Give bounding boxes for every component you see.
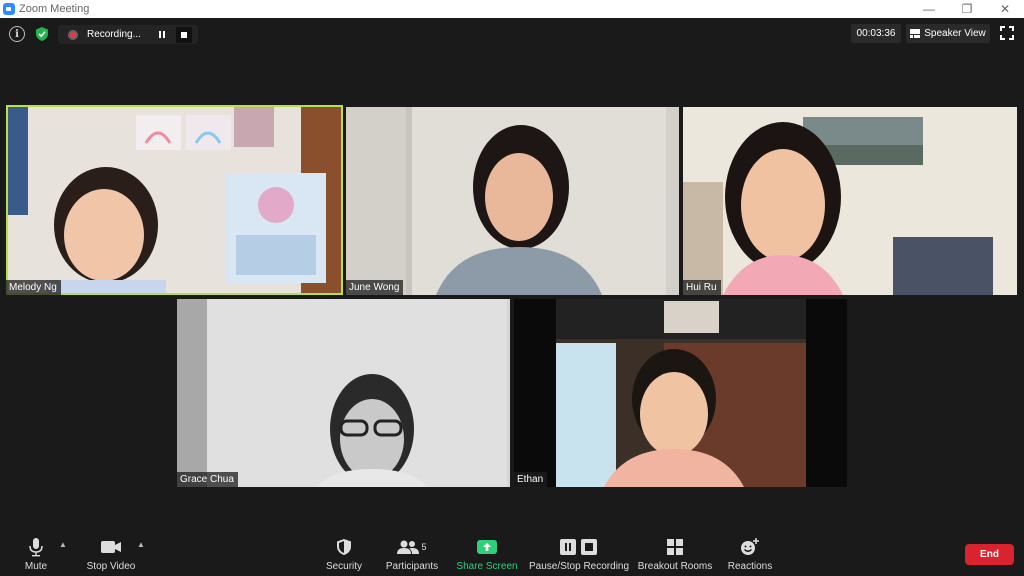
reactions-smiley-icon [740, 536, 760, 558]
video-options-chevron-up-icon[interactable]: ▲ [137, 540, 145, 549]
audio-options-chevron-up-icon[interactable]: ▲ [59, 540, 67, 549]
window-controls: — ❐ ✕ [910, 0, 1024, 18]
participants-label: Participants [385, 561, 439, 572]
encryption-shield-icon[interactable] [34, 26, 50, 42]
video-tile-grace-chua[interactable]: Grace Chua [177, 299, 510, 487]
video-camera-icon [100, 536, 122, 558]
share-screen-icon [477, 536, 497, 558]
participant-name: June Wong [346, 280, 404, 295]
breakout-rooms-button[interactable]: Breakout Rooms [638, 530, 712, 576]
speaker-view-button[interactable]: Speaker View [906, 24, 990, 43]
security-shield-icon [336, 536, 352, 558]
pause-recording-icon[interactable] [154, 27, 170, 43]
video-feed [514, 299, 847, 487]
pause-stop-recording-button[interactable]: Pause/Stop Recording [528, 530, 630, 576]
stop-video-label: Stop Video [86, 561, 136, 572]
video-tile-ethan[interactable]: Ethan [514, 299, 847, 487]
participant-name: Hui Ru [683, 280, 721, 295]
minimize-button[interactable]: — [910, 0, 948, 18]
video-feed [177, 299, 510, 487]
video-feed [346, 107, 679, 295]
security-label: Security [325, 561, 363, 572]
reactions-button[interactable]: Reactions [727, 530, 773, 576]
participant-name: Ethan [514, 472, 548, 487]
security-button[interactable]: Security [323, 530, 365, 576]
recording-indicator: Recording... [58, 25, 198, 44]
participant-name: Grace Chua [177, 472, 238, 487]
restore-button[interactable]: ❐ [948, 0, 986, 18]
meeting-controls-bar: Mute ▲ Stop Video ▲ Security 5 Participa… [0, 530, 1024, 576]
video-feed [6, 105, 343, 295]
video-tile-june-wong[interactable]: June Wong [346, 107, 679, 295]
video-feed [683, 107, 1017, 295]
microphone-icon [28, 536, 44, 558]
video-tile-hui-ru[interactable]: Hui Ru [683, 107, 1017, 295]
mute-label: Mute [24, 561, 48, 572]
meeting-timer: 00:03:36 [851, 24, 901, 43]
participant-name: Melody Ng [6, 280, 61, 295]
recording-dot-icon [68, 29, 78, 40]
title-bar: Zoom Meeting — ❐ ✕ [0, 0, 1024, 18]
pause-stop-recording-icon [560, 536, 598, 558]
recording-label: Recording... [87, 29, 141, 40]
info-icon[interactable]: i [9, 26, 25, 42]
speaker-view-label: Speaker View [924, 28, 986, 39]
video-tile-melody-ng[interactable]: Melody Ng [6, 105, 343, 295]
participants-button[interactable]: 5 Participants [385, 530, 439, 576]
pause-stop-recording-label: Pause/Stop Recording [528, 561, 630, 572]
share-screen-label: Share Screen [456, 561, 518, 572]
breakout-rooms-icon [667, 536, 683, 558]
fullscreen-icon[interactable] [1000, 26, 1014, 40]
participants-icon: 5 [397, 536, 427, 558]
stop-video-button[interactable]: Stop Video [84, 530, 138, 576]
share-screen-button[interactable]: Share Screen [456, 530, 518, 576]
window-title: Zoom Meeting [19, 3, 90, 15]
reactions-label: Reactions [727, 561, 773, 572]
stop-recording-icon[interactable] [176, 26, 192, 43]
close-button[interactable]: ✕ [986, 0, 1024, 18]
breakout-rooms-label: Breakout Rooms [637, 561, 713, 572]
end-meeting-button[interactable]: End [965, 544, 1014, 565]
participants-count: 5 [421, 542, 427, 552]
mute-button[interactable]: Mute [16, 530, 56, 576]
zoom-app-icon [3, 3, 15, 15]
view-grid-icon [910, 29, 921, 38]
